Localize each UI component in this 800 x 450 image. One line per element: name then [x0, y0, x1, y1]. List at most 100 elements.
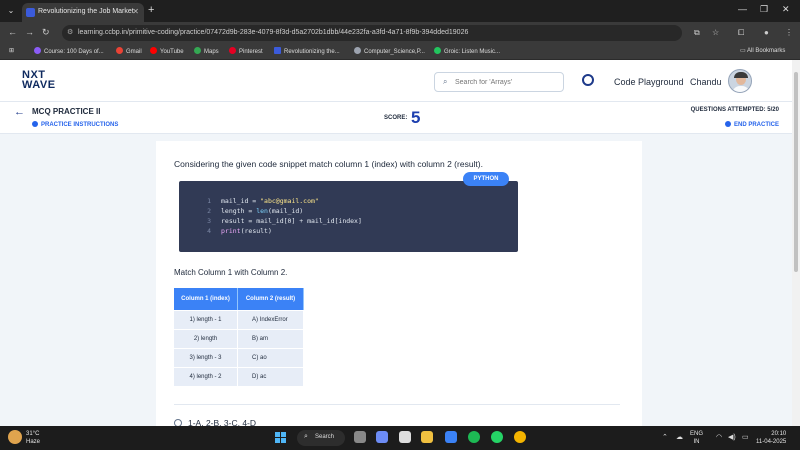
menu-icon[interactable]: ⋮ — [785, 28, 793, 37]
end-icon — [724, 121, 731, 127]
show-hidden-icons[interactable]: ⌃ — [662, 433, 668, 441]
app-icon[interactable] — [445, 431, 457, 443]
date: 11-04-2025 — [756, 439, 787, 445]
back-icon[interactable]: ← — [8, 27, 17, 37]
bookmark-label: Computer_Science,P... — [364, 49, 425, 55]
extensions-icon[interactable]: ⧠ — [738, 28, 744, 38]
apps-icon[interactable]: ⊞ — [9, 47, 14, 54]
nxtwave-logo[interactable]: NXT WAVE — [22, 70, 56, 91]
timer-icon[interactable] — [582, 74, 594, 86]
search-icon: ⌕ — [304, 433, 308, 440]
table-row: 4) length - 2 D) ac — [174, 367, 304, 386]
profile-icon[interactable]: ● — [764, 28, 769, 37]
volume-icon[interactable]: ◀) — [728, 433, 736, 441]
store-icon[interactable] — [399, 431, 411, 443]
url-field[interactable]: ⚙ learning.ccbp.in/primitive-coding/prac… — [62, 25, 682, 41]
weather-icon[interactable] — [8, 430, 22, 444]
bookmark-item[interactable]: Maps — [194, 47, 219, 55]
bookmark-item[interactable]: YouTube — [150, 47, 184, 55]
bookmark-label: Course: 100 Days of... — [44, 49, 104, 55]
site-favicon-icon — [26, 8, 35, 17]
copilot-icon[interactable] — [376, 431, 388, 443]
line-number: 2 — [207, 207, 211, 215]
code-token: result = mail_id[0] + mail_id[index] — [221, 217, 362, 225]
code-line: 1 mail_id = "abc@gmail.com" — [199, 197, 319, 205]
end-practice-button[interactable]: END PRACTICE — [724, 121, 779, 128]
bookmark-item[interactable]: Computer_Science,P... — [354, 47, 425, 55]
close-tab-icon[interactable]: ✕ — [132, 7, 139, 16]
table-cell: A) IndexError — [238, 310, 304, 329]
taskbar-search-label: Search — [315, 434, 335, 440]
page-scrollbar[interactable] — [792, 60, 800, 426]
logo-line-2: WAVE — [22, 79, 56, 91]
info-icon — [32, 121, 38, 127]
url-text: learning.ccbp.in/primitive-coding/practi… — [78, 29, 469, 36]
back-arrow-icon[interactable]: ← — [14, 106, 25, 118]
language-line-2: IN — [693, 439, 700, 445]
new-tab-icon[interactable]: + — [148, 4, 154, 16]
avatar[interactable] — [728, 69, 752, 93]
chrome-icon[interactable] — [514, 431, 526, 443]
search-box[interactable]: ⌕ — [434, 72, 564, 92]
wifi-icon[interactable]: ◠ — [716, 433, 722, 441]
table-cell: B) am — [238, 329, 304, 348]
practice-instructions-link[interactable]: PRACTICE INSTRUCTIONS — [32, 121, 118, 128]
score-value: 5 — [411, 108, 421, 127]
windows-start-icon[interactable] — [275, 432, 287, 444]
task-view-icon[interactable] — [354, 431, 366, 443]
tab-search-icon[interactable]: ⌄ — [4, 4, 18, 18]
bookmark-icon — [274, 47, 281, 54]
bookmarks-bar: ⊞ Course: 100 Days of... Gmail YouTube M… — [0, 44, 800, 60]
weather-condition: Haze — [26, 439, 41, 445]
minimize-icon[interactable]: — — [738, 4, 747, 14]
all-bookmarks[interactable]: ▭ All Bookmarks — [740, 47, 785, 54]
spotify-icon[interactable] — [468, 431, 480, 443]
install-icon[interactable]: ⧉ — [694, 28, 700, 38]
bookmark-label: Gmail — [126, 49, 142, 55]
globe-icon — [354, 47, 361, 54]
bookmark-item[interactable]: Gmail — [116, 47, 142, 55]
forward-icon[interactable]: → — [25, 27, 34, 37]
bookmark-icon — [34, 47, 41, 54]
music-icon — [434, 47, 441, 54]
table-cell: D) ac — [238, 367, 304, 386]
bookmark-label: Revolutionizing the... — [284, 49, 340, 55]
end-practice-label: END PRACTICE — [733, 122, 779, 128]
reload-icon[interactable]: ↻ — [42, 27, 50, 38]
site-info-icon[interactable]: ⚙ — [67, 28, 73, 36]
taskbar-search[interactable]: ⌕ Search — [297, 430, 345, 446]
maps-icon — [194, 47, 201, 54]
code-line: 2 length = len(mail_id) — [199, 207, 303, 215]
instructions-label: PRACTICE INSTRUCTIONS — [41, 122, 119, 128]
time: 20:10 — [771, 431, 787, 437]
question-text: Considering the given code snippet match… — [174, 159, 483, 169]
user-name[interactable]: Chandu — [690, 77, 722, 87]
language-indicator[interactable]: ENG IN — [690, 430, 703, 446]
search-input[interactable] — [455, 76, 559, 89]
whatsapp-icon[interactable] — [491, 431, 503, 443]
scroll-thumb[interactable] — [794, 72, 798, 272]
address-bar-row: ← → ↻ ⚙ learning.ccbp.in/primitive-codin… — [0, 22, 800, 44]
restore-icon[interactable]: ❐ — [760, 4, 768, 15]
star-icon[interactable]: ☆ — [712, 28, 719, 37]
bookmark-item[interactable]: Groic: Listen Music... — [434, 47, 500, 55]
browser-tab-bar: ⌄ Revolutionizing the Job Market ✕ + — ❐… — [0, 0, 800, 22]
code-token: print — [221, 227, 241, 235]
divider — [174, 404, 620, 405]
bookmark-item[interactable]: Course: 100 Days of... — [34, 47, 104, 55]
table-cell: 2) length — [174, 329, 238, 348]
close-window-icon[interactable]: ✕ — [782, 4, 790, 15]
gmail-icon — [116, 47, 123, 54]
bookmark-item[interactable]: Revolutionizing the... — [274, 47, 340, 55]
browser-tab[interactable]: Revolutionizing the Job Market ✕ — [22, 3, 144, 22]
clock[interactable]: 20:10 11-04-2025 — [756, 430, 786, 446]
cloud-icon[interactable]: ☁ — [676, 433, 683, 441]
weather-widget[interactable]: 31°C Haze — [26, 430, 40, 446]
code-line: 4 print(result) — [199, 227, 272, 235]
bookmark-item[interactable]: Pinterest — [229, 47, 263, 55]
code-playground-link[interactable]: Code Playground — [614, 77, 684, 87]
battery-icon[interactable]: ▭ — [742, 433, 749, 441]
avatar-hair — [734, 72, 748, 78]
file-explorer-icon[interactable] — [421, 431, 433, 443]
table-cell: C) ao — [238, 348, 304, 367]
